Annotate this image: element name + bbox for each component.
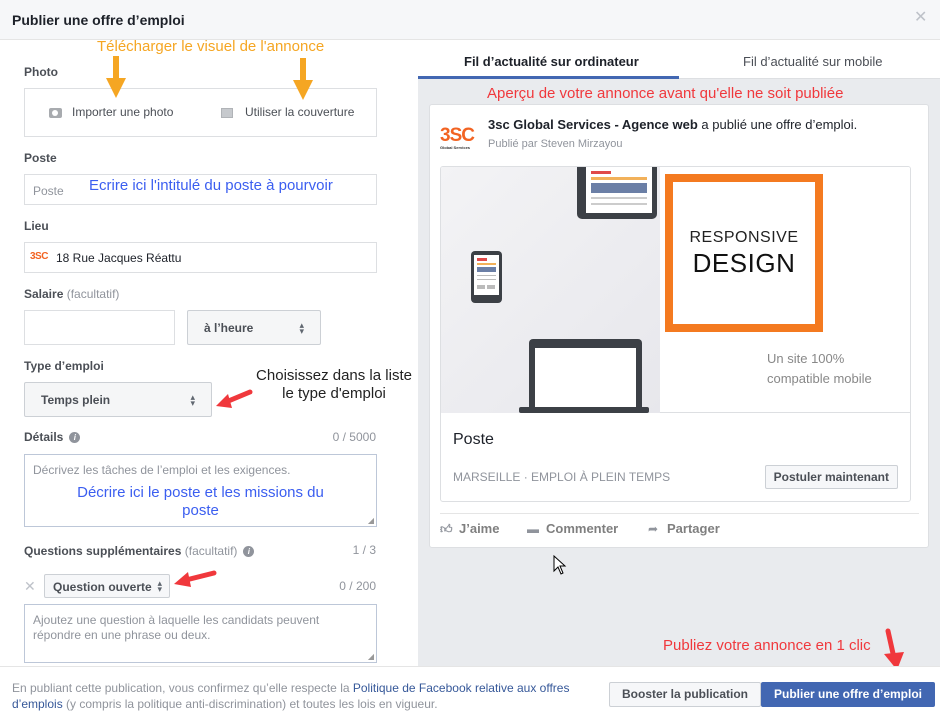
image-icon	[221, 107, 233, 118]
published-by: Publié par Steven Mirzayou	[488, 138, 623, 150]
camera-icon	[49, 107, 62, 118]
questions-label: Questions supplémentaires (facultatif) i	[24, 544, 255, 558]
annotation-arrow-type	[216, 389, 253, 408]
question-textarea[interactable]: Ajoutez une question à laquelle les cand…	[24, 604, 377, 663]
details-placeholder: Décrivez les tâches de l’emploi et les e…	[33, 463, 291, 477]
job-form: Télécharger le visuel de l'annonce Photo…	[0, 40, 418, 666]
dialog-header: Publier une offre d’emploi ✕	[0, 0, 940, 40]
upload-photo-button[interactable]: Importer une photo	[49, 105, 173, 119]
job-banner-image: RESPONSIVE DESIGN Un site 100% compatible…	[441, 167, 910, 413]
job-attachment[interactable]: RESPONSIVE DESIGN Un site 100% compatible…	[440, 166, 911, 502]
post-preview-card: 3SC Global Services 3sc Global Services …	[429, 104, 929, 548]
page-logo: 3SC Global Services	[440, 125, 475, 150]
preview-panel: Fil d’actualité sur ordinateur Fil d’act…	[418, 40, 940, 670]
question-type-value: Question ouverte	[53, 580, 152, 594]
job-type-value: Temps plein	[41, 393, 111, 407]
annotation-preview: Aperçu de votre annonce avant qu'elle ne…	[487, 85, 844, 102]
phone-illustration	[471, 251, 502, 303]
select-arrows-icon: ▴ ▾	[157, 578, 162, 594]
thumbs-up-icon: 👍︎	[440, 522, 453, 536]
preview-tabs: Fil d’actualité sur ordinateur Fil d’act…	[418, 40, 940, 79]
info-icon[interactable]: i	[243, 546, 255, 558]
laptop-illustration	[529, 339, 642, 411]
annotation-poste: Ecrire ici l'intitulé du poste à pourvoi…	[89, 177, 333, 194]
lieu-value: 18 Rue Jacques Réattu	[56, 251, 182, 265]
post-header: 3sc Global Services - Agence web a publi…	[488, 117, 858, 132]
salaire-input[interactable]	[24, 310, 175, 345]
share-button[interactable]: ➦ Partager	[648, 521, 720, 536]
page-name-link[interactable]: 3sc Global Services - Agence web	[488, 117, 698, 132]
select-arrows-icon: ▴ ▾	[299, 319, 304, 336]
salary-period-value: à l’heure	[204, 321, 254, 335]
annotation-arrow-cover	[293, 58, 313, 100]
boost-post-button[interactable]: Booster la publication	[609, 682, 762, 707]
job-title: Poste	[453, 431, 494, 448]
tab-mobile-feed[interactable]: Fil d’actualité sur mobile	[743, 54, 882, 69]
upload-photo-label: Importer une photo	[72, 105, 174, 119]
annotation-type: Choisissez dans la liste le type d'emploi	[256, 367, 412, 402]
page-logo: 3SC	[30, 251, 48, 262]
annotation-photo: Télécharger le visuel de l'annonce	[97, 40, 325, 55]
dialog-title: Publier une offre d’emploi	[12, 12, 185, 28]
policy-note: En publiant cette publication, vous conf…	[12, 681, 570, 711]
use-cover-label: Utiliser la couverture	[245, 105, 355, 119]
photo-label: Photo	[24, 65, 58, 79]
question-type-select[interactable]: Question ouverte ▴ ▾	[44, 574, 170, 598]
question-char-counter: 0 / 200	[339, 579, 376, 593]
job-type-select[interactable]: Temps plein ▴ ▾	[24, 382, 212, 417]
annotation-publish: Publiez votre annonce en 1 clic	[663, 637, 871, 654]
annotation-arrow-upload	[106, 56, 126, 98]
publish-job-button[interactable]: Publier une offre d’emploi	[761, 682, 936, 707]
post-actions: 👍︎ J’aime ▬ Commenter ➦ Partager	[440, 513, 919, 543]
banner-subtitle: Un site 100% compatible mobile	[767, 351, 872, 386]
poste-label: Poste	[24, 151, 57, 165]
active-tab-indicator	[418, 76, 679, 79]
type-emploi-label: Type d’emploi	[24, 359, 104, 373]
use-cover-button[interactable]: Utiliser la couverture	[221, 105, 354, 119]
lieu-input[interactable]: 3SC 18 Rue Jacques Réattu	[24, 242, 377, 273]
select-arrows-icon: ▴ ▾	[190, 391, 195, 408]
remove-question-icon[interactable]: ✕	[24, 578, 36, 595]
lieu-label: Lieu	[24, 219, 49, 233]
like-button[interactable]: 👍︎ J’aime	[440, 521, 499, 537]
apply-now-button[interactable]: Postuler maintenant	[764, 465, 898, 489]
poste-placeholder: Poste	[33, 184, 64, 198]
dialog-footer: En publiant cette publication, vous conf…	[0, 666, 940, 719]
close-icon[interactable]: ✕	[914, 10, 928, 26]
salary-period-select[interactable]: à l’heure ▴ ▾	[187, 310, 321, 345]
photo-picker: Importer une photo Utiliser la couvertur…	[24, 88, 377, 137]
job-meta: MARSEILLE · EMPLOI À PLEIN TEMPS	[453, 470, 671, 484]
annotation-details: Décrire ici le poste et les missions du p…	[77, 484, 324, 519]
questions-counter: 1 / 3	[352, 543, 376, 557]
mouse-cursor-icon	[553, 555, 567, 575]
info-icon[interactable]: i	[69, 432, 81, 444]
details-label: Détails i	[24, 430, 81, 444]
question-placeholder: Ajoutez une question à laquelle les cand…	[33, 613, 320, 642]
tab-desktop-feed[interactable]: Fil d’actualité sur ordinateur	[464, 54, 639, 69]
comment-icon: ▬	[527, 522, 539, 536]
annotation-arrow-question	[174, 570, 217, 587]
comment-button[interactable]: ▬ Commenter	[527, 521, 618, 536]
details-counter: 0 / 5000	[332, 430, 376, 444]
tablet-illustration	[577, 167, 657, 219]
resize-handle-icon[interactable]: ◢	[368, 652, 374, 661]
responsive-design-frame: RESPONSIVE DESIGN	[665, 174, 823, 332]
share-icon: ➦	[648, 522, 659, 536]
salaire-label: Salaire (facultatif)	[24, 287, 120, 301]
